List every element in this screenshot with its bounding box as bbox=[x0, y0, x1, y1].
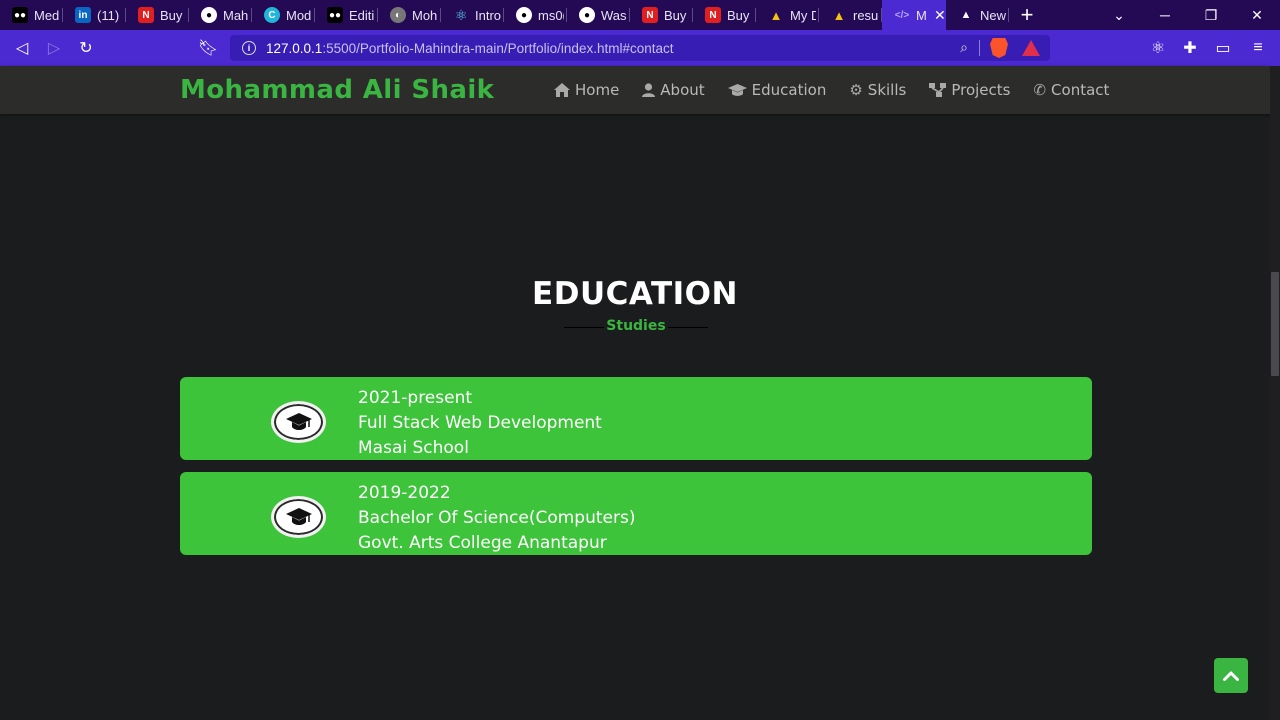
browser-tab[interactable]: C Mod bbox=[252, 0, 315, 30]
medium-icon: ●● bbox=[327, 7, 343, 23]
shop-icon: N bbox=[642, 7, 658, 23]
wallet-icon[interactable]: ▭ bbox=[1207, 30, 1239, 66]
browser-tab-strip: ●●Medi in(11) I NBuy C ●Mahi CMod ●●Edit… bbox=[0, 0, 1280, 30]
drive-icon: ▲ bbox=[769, 7, 783, 23]
education-institution: Govt. Arts College Anantapur bbox=[358, 533, 607, 553]
extensions-icon[interactable]: ✚ bbox=[1174, 30, 1206, 66]
brave-shields-icon[interactable] bbox=[990, 38, 1008, 58]
url-host: 127.0.0.1 bbox=[266, 40, 323, 56]
globe-icon: ◐ bbox=[390, 7, 406, 23]
menu-icon[interactable]: ≡ bbox=[1242, 30, 1274, 66]
phone-icon: ✆ bbox=[1033, 81, 1047, 99]
nav-link-skills[interactable]: ⚙ Skills bbox=[849, 81, 906, 99]
nav-label: Skills bbox=[867, 81, 907, 99]
browser-tab[interactable]: NBuy C bbox=[630, 0, 693, 30]
nav-label: Projects bbox=[951, 81, 1011, 99]
graduation-cap-icon bbox=[271, 496, 326, 538]
nav-label: Contact bbox=[1051, 81, 1110, 99]
browser-tab[interactable]: ▲resur bbox=[819, 0, 882, 30]
browser-tab[interactable]: ●● Editi bbox=[315, 0, 378, 30]
github-icon: ● bbox=[201, 7, 217, 23]
page-scrollbar[interactable] bbox=[1270, 66, 1280, 720]
chevron-up-icon bbox=[1223, 671, 1239, 681]
site-info-icon[interactable]: i bbox=[242, 41, 256, 55]
nav-label: Education bbox=[751, 81, 827, 99]
react-devtools-icon[interactable]: ⚛ bbox=[1142, 30, 1174, 66]
address-bar[interactable]: i 127.0.0.1:5500/Portfolio-Mahindra-main… bbox=[230, 35, 1050, 61]
close-tab-icon[interactable]: ✕ bbox=[934, 7, 946, 24]
scroll-to-top-button[interactable] bbox=[1214, 658, 1248, 693]
graduation-cap-icon bbox=[727, 83, 747, 96]
url-divider bbox=[979, 40, 980, 56]
url-path: :5500/Portfolio-Mahindra-main/Portfolio/… bbox=[322, 40, 674, 56]
reload-icon[interactable]: ↻ bbox=[70, 30, 102, 66]
browser-tab[interactable]: ●ms0( bbox=[504, 0, 567, 30]
education-details: 2021-present Full Stack Web Development … bbox=[358, 386, 602, 461]
nav-link-education[interactable]: Education bbox=[727, 81, 827, 99]
home-icon bbox=[554, 83, 570, 97]
browser-tab[interactable]: NBuy C bbox=[126, 0, 189, 30]
education-years: 2021-present bbox=[358, 388, 473, 408]
zoom-icon[interactable]: ⌕ bbox=[960, 39, 968, 56]
forward-icon[interactable]: ▷ bbox=[38, 30, 70, 66]
medium-icon: ●● bbox=[12, 7, 28, 23]
browser-tab[interactable]: ▲ My D bbox=[756, 0, 819, 30]
nav-label: Home bbox=[575, 81, 620, 99]
brave-rewards-icon[interactable] bbox=[1022, 40, 1040, 56]
section-title: EDUCATION bbox=[532, 276, 738, 312]
browser-tab-active[interactable]: </> M ✕ bbox=[882, 0, 946, 30]
nav-link-contact[interactable]: ✆ Contact bbox=[1033, 81, 1109, 99]
education-card: 2021-present Full Stack Web Development … bbox=[180, 377, 1092, 460]
divider-line bbox=[564, 327, 604, 328]
page-viewport: Mohammad Ali Shaik Home About Education … bbox=[0, 66, 1270, 720]
nav-link-about[interactable]: About bbox=[642, 81, 705, 99]
site-navbar: Mohammad Ali Shaik Home About Education … bbox=[0, 66, 1270, 114]
browser-tab[interactable]: ● Wasi bbox=[567, 0, 630, 30]
browser-toolbar: ◁ ▷ ↻ 🔖︎ i 127.0.0.1:5500/Portfolio-Mahi… bbox=[0, 30, 1280, 66]
education-course: Full Stack Web Development bbox=[358, 413, 602, 433]
nav-label: About bbox=[660, 81, 705, 99]
scrollbar-thumb[interactable] bbox=[1271, 272, 1279, 376]
react-icon: ⚛ bbox=[454, 6, 468, 23]
sitemap-icon bbox=[929, 83, 947, 97]
brave-new-tab-icon: ▲ bbox=[960, 9, 972, 21]
browser-tab[interactable]: ●● Medi bbox=[0, 0, 63, 30]
divider-line bbox=[668, 327, 708, 328]
back-icon[interactable]: ◁ bbox=[6, 30, 38, 66]
brand-logo[interactable]: Mohammad Ali Shaik bbox=[180, 75, 494, 105]
close-window-button[interactable]: ✕ bbox=[1234, 0, 1280, 30]
education-course: Bachelor Of Science(Computers) bbox=[358, 508, 636, 528]
browser-tab[interactable]: in(11) I bbox=[63, 0, 126, 30]
minimize-window-button[interactable]: ─ bbox=[1142, 0, 1188, 30]
gears-icon: ⚙ bbox=[849, 81, 863, 99]
code-icon: </> bbox=[894, 9, 910, 21]
nav-menu: Home About Education ⚙ Skills Projects ✆… bbox=[554, 66, 1109, 114]
browser-tab[interactable]: ▲ New bbox=[946, 0, 1009, 30]
new-tab-button[interactable]: + bbox=[1009, 0, 1045, 30]
browser-tab[interactable]: ⚛ Intro bbox=[441, 0, 504, 30]
shop-icon: N bbox=[138, 7, 154, 23]
education-institution: Masai School bbox=[358, 438, 469, 458]
section-subtitle: Studies bbox=[564, 318, 708, 334]
linkedin-icon: in bbox=[75, 7, 91, 23]
user-icon bbox=[642, 83, 656, 97]
canva-icon: C bbox=[264, 7, 280, 23]
browser-tab[interactable]: ◐ Moh bbox=[378, 0, 441, 30]
github-icon: ● bbox=[516, 7, 532, 23]
graduation-cap-icon bbox=[271, 401, 326, 443]
education-card: 2019-2022 Bachelor Of Science(Computers)… bbox=[180, 472, 1092, 555]
browser-tab[interactable]: ● Mahi bbox=[189, 0, 252, 30]
browser-tab[interactable]: NBuy C bbox=[693, 0, 756, 30]
tab-search-chevron-icon[interactable]: ⌄ bbox=[1096, 0, 1142, 30]
education-years: 2019-2022 bbox=[358, 483, 451, 503]
restore-window-button[interactable]: ❐ bbox=[1188, 0, 1234, 30]
github-icon: ● bbox=[579, 7, 595, 23]
bookmark-icon[interactable]: 🔖︎ bbox=[192, 30, 224, 66]
nav-link-home[interactable]: Home bbox=[554, 81, 619, 99]
education-details: 2019-2022 Bachelor Of Science(Computers)… bbox=[358, 481, 635, 556]
nav-link-projects[interactable]: Projects bbox=[929, 81, 1010, 99]
shop-icon: N bbox=[705, 7, 721, 23]
drive-icon: ▲ bbox=[832, 7, 846, 23]
